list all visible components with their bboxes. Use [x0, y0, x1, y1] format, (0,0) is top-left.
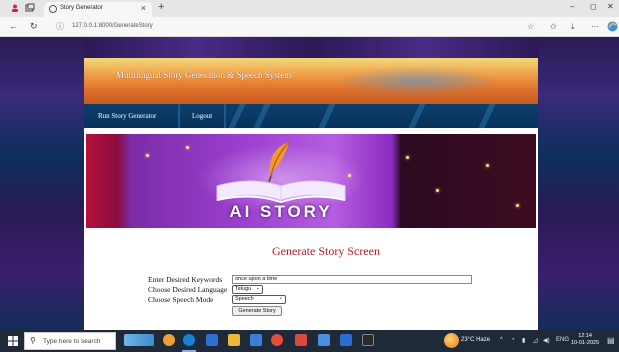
background-tiles-right: [538, 37, 619, 330]
nav-logout[interactable]: Logout: [192, 112, 212, 120]
speech-mode-select[interactable]: Speech ⌄: [232, 295, 286, 304]
volume-icon[interactable]: ◀): [543, 337, 550, 344]
browser-tab-bar: Story Generator × + – ◻ ✕: [0, 0, 619, 17]
keywords-input[interactable]: once upon a time: [232, 275, 472, 284]
page-viewport: Multilingual Story Generation & Speech S…: [0, 37, 619, 330]
minimize-icon[interactable]: –: [570, 2, 574, 11]
chevron-up-icon[interactable]: ^: [500, 337, 503, 343]
sparkle: [406, 156, 409, 159]
clock-time: 12:14: [578, 333, 592, 339]
form-heading: Generate Story Screen: [272, 244, 380, 258]
terminal-icon[interactable]: [362, 334, 374, 346]
generate-story-button[interactable]: Generate Story: [232, 306, 282, 316]
refresh-icon[interactable]: ↻: [30, 21, 38, 32]
network-icon[interactable]: ◿: [533, 337, 538, 344]
app-icon-8[interactable]: [318, 334, 330, 346]
maximize-icon[interactable]: ◻: [590, 2, 597, 11]
file-explorer-icon[interactable]: [228, 334, 240, 346]
speech-mode-label: Choose Speech Mode: [148, 295, 214, 304]
download-icon[interactable]: ⤓: [571, 22, 575, 32]
nav-divider: [178, 104, 180, 128]
clock[interactable]: 12:14 10-01-2025: [571, 333, 599, 347]
tab-actions-icon[interactable]: [25, 3, 35, 13]
favorite-star-icon[interactable]: ☆: [527, 22, 534, 31]
input-language[interactable]: ENG: [556, 337, 569, 343]
close-tab-icon[interactable]: ×: [141, 3, 146, 13]
url-field[interactable]: ⓘ 127.0.0.1:8000/GenerateStory: [50, 20, 490, 34]
app-icon-3[interactable]: [206, 334, 218, 346]
favorites-icon[interactable]: ✩: [550, 22, 557, 31]
tray-app-icon[interactable]: ◔: [511, 337, 515, 343]
more-options-icon[interactable]: ⋯: [591, 22, 599, 31]
task-view-widget-icon[interactable]: [124, 334, 154, 346]
app-icon-9[interactable]: [340, 334, 352, 346]
language-label: Choose Desired Language: [148, 285, 228, 294]
open-book-icon: [216, 180, 346, 204]
clock-date: 10-01-2025: [571, 340, 600, 346]
url-text: 127.0.0.1:8000/GenerateStory: [72, 23, 153, 29]
header-top-strip: [84, 37, 538, 58]
app-icon-1[interactable]: [163, 334, 175, 346]
language-select[interactable]: Telugu ⌄: [232, 285, 263, 294]
weather-text[interactable]: 23°C Haze: [461, 337, 490, 343]
banner-title: AI STORY: [229, 202, 333, 221]
sparkle: [486, 164, 489, 167]
chevron-down-icon: ⌄: [255, 285, 260, 291]
tray-meet-icon[interactable]: ▮: [522, 337, 525, 344]
notification-icon[interactable]: ▤: [607, 336, 615, 345]
weather-icon[interactable]: [444, 333, 459, 348]
chrome-icon[interactable]: [271, 334, 283, 346]
chevron-down-icon: ⌄: [278, 295, 283, 301]
speech-mode-selected: Speech: [235, 296, 254, 302]
sparkle: [348, 174, 351, 177]
app-icon-5[interactable]: [250, 334, 262, 346]
ai-story-banner: AI STORY: [86, 134, 536, 228]
header-glow: [338, 66, 498, 96]
site-title: Multilingual Story Generation & Speech S…: [116, 70, 292, 80]
profile-icon[interactable]: [10, 3, 20, 13]
edge-browser-icon[interactable]: [183, 334, 195, 346]
taskbar-search-placeholder: Type here to search: [43, 338, 101, 345]
nav-divider: [224, 104, 226, 128]
sparkle: [436, 189, 439, 192]
search-icon: ⚲: [30, 336, 36, 345]
background-tiles-left: [0, 37, 84, 330]
windows-start-icon[interactable]: [8, 336, 18, 346]
sparkle: [146, 154, 149, 157]
close-window-icon[interactable]: ✕: [607, 2, 614, 11]
sparkle: [186, 146, 189, 149]
page-content: Multilingual Story Generation & Speech S…: [84, 37, 538, 330]
nav-run-story-generator[interactable]: Run Story Generator: [98, 112, 156, 120]
language-selected: Telugu: [235, 286, 252, 292]
taskbar-search-box[interactable]: ⚲ Type here to search: [24, 332, 116, 350]
new-tab-button[interactable]: +: [158, 1, 164, 13]
windows-taskbar: ⚲ Type here to search 23°C Haze ^ ◔ ▮ ◿ …: [0, 330, 619, 352]
site-header: Multilingual Story Generation & Speech S…: [84, 58, 538, 104]
globe-icon: [49, 5, 57, 13]
address-bar-row: ← ↻ ⓘ 127.0.0.1:8000/GenerateStory ☆ ✩ ⤓…: [0, 17, 619, 37]
site-info-icon[interactable]: ⓘ: [56, 21, 64, 32]
app-icon-7[interactable]: [295, 334, 307, 346]
tab-title: Story Generator: [60, 5, 103, 11]
back-icon[interactable]: ←: [9, 21, 18, 31]
tab-story-generator[interactable]: Story Generator ×: [44, 2, 152, 17]
keywords-label: Enter Desired Keywords: [148, 275, 223, 284]
copilot-icon[interactable]: [607, 21, 618, 32]
site-nav: Run Story Generator Logout: [84, 104, 538, 128]
sparkle: [516, 204, 519, 207]
